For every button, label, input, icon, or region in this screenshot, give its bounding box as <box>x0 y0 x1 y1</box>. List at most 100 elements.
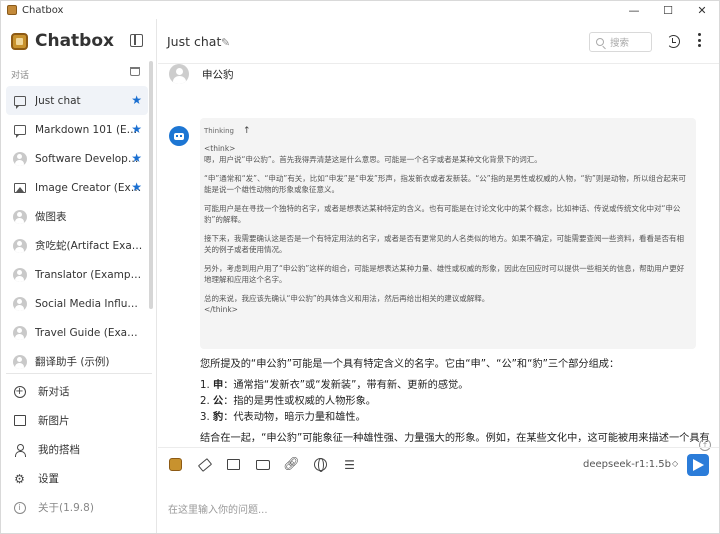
sidebar-item-just-chat[interactable]: Just chat ★ <box>6 86 148 115</box>
image-icon <box>13 182 26 193</box>
sidebar-item-translator[interactable]: Translator (Example) <box>6 260 148 289</box>
avatar-icon <box>12 151 27 166</box>
send-button[interactable] <box>687 454 709 476</box>
attach-image-button[interactable] <box>226 457 241 472</box>
new-chat-button[interactable]: + 新对话 <box>6 377 152 406</box>
star-icon[interactable]: ★ <box>131 123 142 135</box>
conversation-list: Just chat ★ Markdown 101 (Example) ★ Sof… <box>6 86 148 376</box>
about-button[interactable]: i 关于(1.9.8) <box>6 493 152 522</box>
sidebar-item-software-developer[interactable]: Software Developer (Example) ★ <box>6 144 148 173</box>
sidebar-item-label: Markdown 101 (Example) <box>35 123 143 136</box>
assistant-answer: 您所提及的“申公豹”可能是一个具有特定含义的名字。它由“申”、“公”和“豹”三个… <box>200 357 710 446</box>
link-icon: 🔗︎ <box>283 457 300 472</box>
close-button[interactable]: ✕ <box>685 1 719 19</box>
settings-sliders-button[interactable]: ☰ <box>342 457 357 472</box>
partners-label: 我的搭档 <box>38 444 80 456</box>
globe-icon <box>314 458 327 472</box>
clear-context-button[interactable] <box>197 457 212 472</box>
sidebar-scrollbar[interactable] <box>149 61 153 309</box>
sidebar-item-markdown-101[interactable]: Markdown 101 (Example) ★ <box>6 115 148 144</box>
partners-button[interactable]: 我的搭档 <box>6 435 152 464</box>
sidebar-item-label: Travel Guide (Example) <box>35 326 143 339</box>
app-icon <box>7 5 17 15</box>
new-image-button[interactable]: 新图片 <box>6 406 152 435</box>
settings-button[interactable]: ⚙ 设置 <box>6 464 152 493</box>
sidebar-item-label: Software Developer (Example) <box>35 152 143 165</box>
chat-icon <box>13 124 26 138</box>
avatar-icon <box>12 296 27 311</box>
attach-link-button[interactable]: 🔗︎ <box>283 457 300 472</box>
new-chat-label: 新对话 <box>38 386 70 398</box>
model-selector[interactable]: deepseek-r1:1.5b <box>583 459 671 470</box>
user-avatar <box>169 64 189 84</box>
avatar-icon <box>12 267 27 282</box>
partner-picker-button[interactable] <box>168 457 183 472</box>
collapse-arrow-icon[interactable]: ↑ <box>243 126 251 136</box>
more-menu-icon[interactable] <box>698 33 702 47</box>
app-window: Chatbox — ☐ ✕ Chatbox 对话 Just chat ★ Mar… <box>0 0 720 534</box>
web-search-button[interactable] <box>313 457 328 472</box>
thinking-label: Thinking <box>204 127 234 135</box>
sidebar-item-label: 翻译助手 (示例) <box>35 356 110 368</box>
composer-toolbar: 🔗︎ ☰ <box>168 457 357 472</box>
search-placeholder: 搜索 <box>610 38 630 49</box>
chatbox-logo-icon <box>11 32 28 50</box>
trash-icon[interactable] <box>130 67 140 76</box>
answer-intro: 您所提及的“申公豹”可能是一个具有特定含义的名字。它由“申”、“公”和“豹”三个… <box>200 359 620 370</box>
star-icon[interactable]: ★ <box>131 152 142 164</box>
sliders-icon: ☰ <box>344 457 355 472</box>
sidebar-item-social-media[interactable]: Social Media Influencer (Example) <box>6 289 148 318</box>
sidebar: Chatbox 对话 Just chat ★ Markdown 101 (Exa… <box>1 19 157 533</box>
sidebar-collapse-icon[interactable] <box>130 34 143 47</box>
search-input[interactable]: 搜索 <box>589 32 652 52</box>
sidebar-item-chart[interactable]: 做图表 <box>6 202 148 231</box>
sidebar-item-label: Translator (Example) <box>35 268 143 281</box>
sidebar-item-travel-guide[interactable]: Travel Guide (Example) <box>6 318 148 347</box>
star-icon[interactable]: ★ <box>131 94 142 106</box>
about-label: 关于(1.9.8) <box>38 502 94 514</box>
sidebar-bottom-menu: + 新对话 新图片 我的搭档 ⚙ 设置 i 关于(1.9.8) <box>6 373 152 522</box>
sidebar-item-translation-assistant[interactable]: 翻译助手 (示例) <box>6 347 148 376</box>
attach-file-button[interactable] <box>255 457 270 472</box>
add-circle-icon: + <box>13 385 26 398</box>
send-icon <box>692 459 704 471</box>
thinking-line: 另外，考虑到用户用了“申公豹”这样的组合，可能是想表达某种力量、雄性或权威的形象… <box>204 264 685 284</box>
sidebar-item-label: 贪吃蛇(Artifact Example) <box>35 240 143 252</box>
info-icon: i <box>13 501 26 514</box>
thinking-block: Thinking ↑ <think> 嗯，用户说“申公豹”。首先我得弄清楚这是什… <box>200 118 696 349</box>
message-list: 申公豹 Thinking ↑ <think> 嗯，用户说“申公豹”。首先我得弄清… <box>158 64 719 454</box>
sidebar-item-label: Just chat <box>35 94 81 107</box>
section-label: 对话 <box>11 71 30 81</box>
sidebar-item-image-creator[interactable]: Image Creator (Example) ★ <box>6 173 148 202</box>
user-message-text: 申公豹 <box>202 68 234 81</box>
thinking-header[interactable]: Thinking ↑ <box>204 126 251 136</box>
history-icon[interactable] <box>667 35 680 48</box>
list-item: 申：通常指“发新衣”或“发新装”，带有新、更新的感觉。 <box>213 378 700 393</box>
composer: 🔗︎ ☰ deepseek-r1:1.5b ◇ <box>158 447 719 533</box>
avatar-icon <box>12 209 27 224</box>
thinking-line: 接下来，我需要确认这是否是一个有特定用法的名字，或者是否有更常见的人名类似的地方… <box>204 234 684 254</box>
model-caret-icon[interactable]: ◇ <box>672 459 678 468</box>
thinking-line: <think> <box>204 144 236 153</box>
brand: Chatbox <box>11 31 114 51</box>
answer-tail: 结合在一起，“申公豹”可能象征一种雄性强、力量强大的形象。例如，在某些文化中，这… <box>200 433 710 444</box>
edit-pencil-icon[interactable]: ✎ <box>221 36 230 49</box>
title-bar: Chatbox — ☐ ✕ <box>1 1 719 19</box>
window-title: Chatbox <box>22 4 64 16</box>
avatar-icon <box>12 354 27 369</box>
minimize-button[interactable]: — <box>617 1 651 19</box>
list-item: 公：指的是男性或权威的人物形象。 <box>213 394 700 409</box>
robot-icon <box>174 132 184 140</box>
star-icon[interactable]: ★ <box>131 181 142 193</box>
sidebar-item-snake[interactable]: 贪吃蛇(Artifact Example) <box>6 231 148 260</box>
chat-header: Just chat ✎ 搜索 <box>158 19 719 64</box>
image-icon <box>227 459 240 470</box>
message-input[interactable] <box>168 501 688 519</box>
maximize-button[interactable]: ☐ <box>651 1 685 19</box>
gear-icon: ⚙ <box>14 471 25 486</box>
sidebar-item-label: Image Creator (Example) <box>35 181 143 194</box>
chat-title: Just chat <box>167 34 222 49</box>
chatbox-logo-icon <box>169 458 182 471</box>
thinking-text: <think> 嗯，用户说“申公豹”。首先我得弄清楚这是什么意思。可能是一个名字… <box>204 143 691 315</box>
new-image-label: 新图片 <box>38 415 70 427</box>
